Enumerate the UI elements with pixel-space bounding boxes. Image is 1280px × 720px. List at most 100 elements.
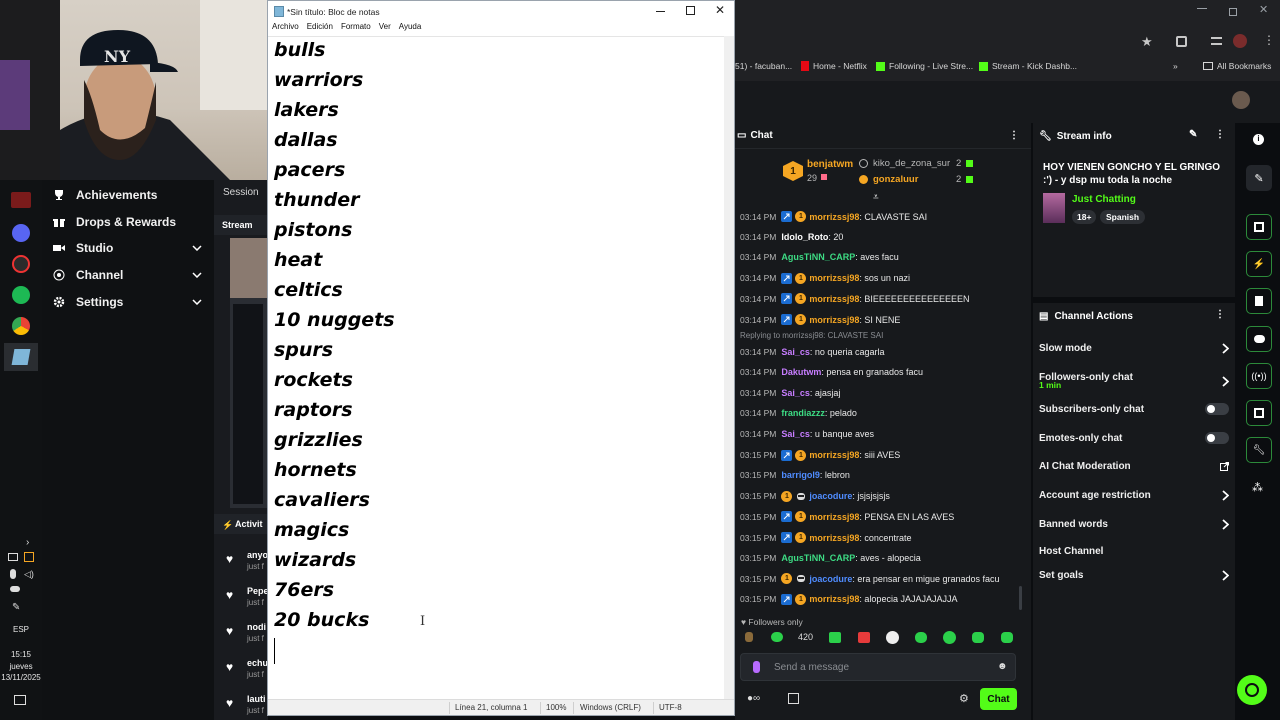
pen-icon[interactable]: ✎ [12,602,20,613]
chat-message[interactable]: 03:14 PM frandiazzz: pelado [740,408,857,418]
chat-username[interactable]: frandiazzz [781,408,825,418]
chat-username[interactable]: joacodure [809,574,852,584]
notepad-text-area[interactable]: bulls warriors lakers dallas pacers thunder pi… [268,36,726,701]
chat-message[interactable]: 03:14 PM 1 morrizssj98: SI NENE [740,314,900,325]
chat-message[interactable]: 03:15 PM 1 morrizssj98: PENSA EN LAS AVES [740,511,954,523]
menu-formato[interactable]: Formato [337,22,375,36]
nav-achievements[interactable]: Achievements [52,184,202,206]
info-icon[interactable]: i [1253,134,1264,145]
notifications-icon[interactable] [14,695,26,705]
edit-stream-icon[interactable]: ✎ [1246,165,1272,191]
chat-username[interactable]: morrizssj98 [809,594,859,604]
stream-category[interactable]: Just Chatting [1072,194,1136,205]
emoji-picker-icon[interactable]: ☻ [997,661,1008,672]
emote-icon[interactable] [943,631,956,644]
chat-username[interactable]: morrizssj98 [809,450,859,460]
chat-username[interactable]: morrizssj98 [809,315,859,325]
all-bookmarks[interactable]: All Bookmarks [1203,61,1271,71]
chat-message[interactable]: 03:14 PM Idolo_Roto: 20 [740,232,843,242]
chat-username[interactable]: morrizssj98 [809,212,859,222]
action-slow-mode[interactable]: Slow mode [1039,343,1229,354]
chat-points-icon[interactable]: ●∞ [747,693,760,704]
media-icon[interactable] [1211,37,1222,45]
reply-context[interactable]: Replying to morrizssj98: CLAVASTE SAI [740,331,883,340]
nav-settings[interactable]: Settings [52,291,202,313]
chat-message[interactable]: 03:15 PM AgusTiNN_CARP: aves - alopecia [740,553,921,563]
broadcast-icon[interactable]: ((•)) [1246,363,1272,389]
chat-username[interactable]: Idolo_Roto [781,232,828,242]
action-followers-only[interactable]: Followers-only chat [1039,368,1229,387]
bookmark-kick-dashboard[interactable]: Stream - Kick Dashb... [979,61,1077,71]
chat-message[interactable]: 03:14 PM AgusTiNN_CARP: aves facu [740,252,899,262]
chrome-menu-icon[interactable]: ⋮ [1263,33,1275,47]
notification-app-icon[interactable] [24,552,34,562]
chat-username[interactable]: Sai_cs [781,388,810,398]
chat-username[interactable]: AgusTiNN_CARP [781,252,855,262]
chat-username[interactable]: morrizssj98 [809,512,859,522]
clock-time[interactable]: 15:15 [0,650,42,659]
chat-message[interactable]: 03:14 PM 1 morrizssj98: sos un nazi [740,272,910,284]
emote-icon[interactable] [858,632,870,643]
chat-message[interactable]: 03:15 PM 1 joacodure: era pensar en migue … [740,573,1000,585]
chat-username[interactable]: Sai_cs [781,429,810,439]
tools-icon[interactable]: 🔧︎ [1246,437,1272,463]
leader-name[interactable]: benjatwm [807,159,853,170]
emote-icon[interactable] [745,632,753,642]
discord-icon[interactable] [12,224,30,242]
lightning-icon[interactable]: ⚡ [1246,251,1272,277]
chat-message[interactable]: 03:15 PM 1 morrizssj98: siii AVES [740,449,900,461]
action-set-goals[interactable]: Set goals [1039,570,1229,581]
edit-icon[interactable]: ✎ [1189,129,1197,140]
customize-icon[interactable]: ⁂ [1252,481,1263,494]
emote-420[interactable]: 420 [798,632,813,642]
emote-icon[interactable] [829,632,841,643]
chat-username[interactable]: morrizssj98 [809,273,859,283]
chat-message[interactable]: 03:15 PM 1 morrizssj98: alopecia JAJAJAJAJ… [740,593,957,605]
action-ai-moderation[interactable]: AI Chat Moderation [1039,461,1229,472]
bookmark-star-icon[interactable]: ★ [1141,34,1153,50]
display-icon[interactable] [8,553,18,561]
chat-username[interactable]: barrigol9 [781,470,820,480]
notepad-scrollbar[interactable] [724,36,734,701]
chat-message[interactable]: 03:14 PM Sai_cs: ajasjaj [740,388,840,398]
layout-icon[interactable] [1246,400,1272,426]
emote-icon[interactable] [972,632,984,643]
more-options-icon[interactable]: ⋮ [1009,130,1019,141]
bookmark-netflix[interactable]: Home - Netflix [801,61,867,71]
extensions-icon[interactable] [1176,36,1187,47]
chat-bubble-icon[interactable] [1246,326,1272,352]
profile-avatar[interactable] [1233,34,1247,48]
restore-icon[interactable] [1229,8,1237,16]
chevron-right-icon[interactable]: › [26,537,29,548]
more-options-icon[interactable]: ⋮ [1215,309,1225,320]
chat-message[interactable]: 03:15 PM 1 joacodure: jsjsjsjsjs [740,490,890,502]
chat-message[interactable]: 03:14 PM 1 morrizssj98: BIEEEEEEEEEEEEEEEN [740,293,969,305]
subscribers-only-toggle[interactable] [1205,403,1229,415]
action-account-age[interactable]: Account age restriction [1039,490,1229,501]
support-button[interactable] [1237,675,1267,705]
top-gifter-name[interactable]: gonzaluur [873,174,918,185]
nav-studio[interactable]: Studio [52,237,202,259]
obs-icon[interactable] [12,255,30,273]
more-options-icon[interactable]: ⋮ [1215,129,1225,140]
emote-icon[interactable] [771,632,783,642]
chat-scrollbar[interactable] [1019,586,1022,610]
chrome-icon[interactable] [12,317,30,335]
speaker-icon[interactable]: ◁) [24,569,34,580]
chat-username[interactable]: AgusTiNN_CARP [781,553,855,563]
store-icon[interactable] [788,693,799,704]
emote-icon[interactable] [915,632,927,643]
emotes-only-toggle[interactable] [1205,432,1229,444]
chat-message[interactable]: 03:15 PM barrigol9: lebron [740,470,850,480]
emote-icon[interactable] [886,631,899,644]
expand-leaderboard-icon[interactable]: ⩡ [873,192,879,203]
voicemeeter-icon[interactable] [11,192,31,208]
bookmark-kick-following[interactable]: Following - Live Stre... [876,61,973,71]
menu-archivo[interactable]: Archivo [268,22,303,36]
chat-message[interactable]: 03:14 PM Sai_cs: u banque aves [740,429,874,439]
menu-ayuda[interactable]: Ayuda [395,22,426,36]
chat-settings-icon[interactable]: ⚙ [959,692,969,705]
cloud-icon[interactable] [10,586,20,592]
minimize-button[interactable] [656,11,665,12]
user-avatar[interactable] [1232,91,1250,109]
